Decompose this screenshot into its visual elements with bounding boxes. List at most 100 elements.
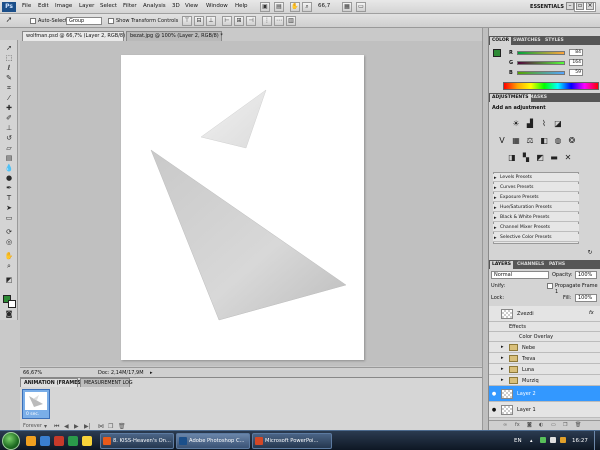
new-group-icon[interactable]: ▭ (551, 422, 556, 428)
layer-style-icon[interactable]: fx (515, 422, 520, 428)
menu-filter[interactable]: Filter (123, 3, 137, 9)
power-icon[interactable] (560, 437, 566, 443)
menu-edit[interactable]: Edit (38, 3, 49, 9)
preset-curves[interactable]: Curves Presets (493, 184, 579, 192)
opacity-input[interactable]: 100% (575, 271, 597, 279)
task-kiss[interactable]: 8. KISS-Heaven's On... (100, 433, 174, 449)
menu-file[interactable]: File (22, 3, 31, 9)
workspace-switcher[interactable]: ESSENTIALS (522, 2, 572, 12)
opera-icon[interactable] (54, 436, 64, 446)
media-icon[interactable] (68, 436, 78, 446)
gradient-map-icon[interactable]: ▬ (549, 153, 559, 163)
auto-select-checkbox[interactable] (30, 18, 36, 24)
posterize-icon[interactable]: ▚ (521, 153, 531, 163)
tab-masks[interactable]: MASKS (527, 94, 549, 102)
eye-icon[interactable]: ● (491, 391, 497, 397)
tab-color[interactable]: COLOR (490, 37, 512, 45)
layer-effects[interactable]: Effects (489, 322, 600, 332)
default-colors-icon[interactable]: ◩ (2, 276, 16, 284)
preset-exposure[interactable]: Exposure Presets (493, 194, 579, 202)
expand-arrow-icon[interactable]: ▸ (501, 344, 504, 350)
ie-icon[interactable] (40, 436, 50, 446)
tab-animation-frames[interactable]: ANIMATION (FRAMES) (20, 378, 83, 387)
align-center-icon[interactable]: ⊞ (234, 16, 244, 26)
layer-zvezdi[interactable]: Zvezdi fx (489, 306, 600, 322)
large-triangle-shape[interactable] (150, 149, 347, 321)
tab-layers[interactable]: LAYERS (490, 261, 513, 269)
new-layer-icon[interactable]: ❐ (563, 422, 567, 428)
shape-tool-icon[interactable]: ▭ (2, 214, 16, 222)
path-select-icon[interactable]: ➤ (2, 204, 16, 212)
channel-b-slider[interactable] (517, 71, 565, 75)
blur-tool-icon[interactable]: 💧 (2, 164, 16, 172)
move-tool-icon[interactable]: ➚ (2, 44, 16, 52)
dodge-tool-icon[interactable]: ● (2, 174, 16, 182)
screen-mode-icon[interactable]: ▭ (356, 2, 366, 12)
auto-select-dropdown[interactable]: Group (66, 17, 102, 25)
explorer-icon[interactable] (26, 436, 36, 446)
show-transform-checkbox[interactable] (108, 18, 114, 24)
channel-b-value[interactable]: 59 (569, 69, 583, 76)
history-brush-icon[interactable]: ↺ (2, 134, 16, 142)
channel-g-slider[interactable] (517, 61, 565, 65)
threshold-icon[interactable]: ◩ (535, 153, 545, 163)
levels-icon[interactable]: ▟ (525, 119, 535, 129)
group-treva[interactable]: ▸ Treva (489, 353, 600, 364)
add-mask-icon[interactable]: ◙ (527, 422, 532, 428)
preset-selective-color[interactable]: Selective Color Presets (493, 234, 579, 242)
hand-icon[interactable]: ✋ (290, 2, 300, 12)
preset-hue-saturation[interactable]: Hue/Saturation Presets (493, 204, 579, 212)
crop-tool-icon[interactable]: ⌗ (2, 84, 16, 92)
loop-select[interactable]: Forever (23, 423, 42, 429)
hue-saturation-icon[interactable]: ▦ (511, 136, 521, 146)
menu-window[interactable]: Window (206, 3, 228, 9)
align-top-icon[interactable]: ⊤ (182, 16, 192, 26)
status-zoom[interactable]: 66,67% (23, 370, 42, 376)
hand-tool-icon[interactable]: ✋ (2, 252, 16, 260)
delete-frame-icon[interactable]: 🗑 (118, 423, 126, 430)
channel-r-value[interactable]: 84 (569, 49, 583, 56)
tab-swatches[interactable]: SWATCHES (511, 37, 543, 45)
visibility-toggle[interactable] (491, 309, 497, 315)
preset-black-white[interactable]: Black & White Presets (493, 214, 579, 222)
propagate-checkbox[interactable] (547, 283, 553, 289)
task-powerpoint[interactable]: Microsoft PowerPoi... (252, 433, 332, 449)
duplicate-frame-icon[interactable]: ❐ (108, 423, 113, 430)
distribute-h-icon[interactable]: ⋯ (274, 16, 284, 26)
invert-icon[interactable]: ◨ (507, 153, 517, 163)
zoom-level[interactable]: 66,7 (318, 3, 330, 9)
preset-levels[interactable]: Levels Presets (493, 174, 579, 182)
exposure-icon[interactable]: ◪ (553, 119, 563, 129)
selective-color-icon[interactable]: ✕ (563, 153, 573, 163)
align-left-icon[interactable]: ⊢ (222, 16, 232, 26)
pen-tool-icon[interactable]: ✒ (2, 184, 16, 192)
play-icon[interactable]: ▶ (74, 423, 79, 430)
3d-rotate-icon[interactable]: ⟳ (2, 228, 16, 236)
volume-icon[interactable] (550, 437, 556, 443)
clock[interactable]: 16:27 (572, 438, 588, 444)
return-icon[interactable]: ↻ (585, 248, 595, 258)
expand-arrow-icon[interactable]: ▸ (501, 366, 504, 372)
quick-mask-icon[interactable]: ◙ (2, 310, 16, 318)
zoom-tool-icon[interactable]: ⌕ (2, 262, 16, 270)
layer-effect-color-overlay[interactable]: Color Overlay (489, 332, 600, 342)
marquee-tool-icon[interactable]: ⬚ (2, 54, 16, 62)
show-desktop-button[interactable] (594, 431, 600, 450)
blend-mode-select[interactable]: Normal (491, 271, 549, 279)
black-white-icon[interactable]: ◧ (539, 136, 549, 146)
minimize-button[interactable]: – (566, 2, 574, 10)
brightness-contrast-icon[interactable]: ☀ (511, 119, 521, 129)
tab-measurement-log[interactable]: MEASUREMENT LOG (80, 378, 133, 387)
next-frame-icon[interactable]: ▶| (84, 423, 91, 430)
expand-arrow-icon[interactable]: ▸ (501, 377, 504, 383)
fx-icon[interactable]: fx (589, 310, 594, 316)
channel-g-value[interactable]: 164 (569, 59, 583, 66)
photo-filter-icon[interactable]: ◍ (553, 136, 563, 146)
tab-adjustments[interactable]: ADJUSTMENTS (490, 94, 531, 102)
curves-icon[interactable]: ⌇ (539, 119, 549, 129)
tab-channels[interactable]: CHANNELS (515, 261, 546, 269)
animation-frame-1[interactable]: 0 sec. (22, 389, 50, 419)
menu-3d[interactable]: 3D (172, 3, 180, 9)
loop-dropdown-icon[interactable]: ▾ (44, 423, 47, 430)
link-layers-icon[interactable]: ∞ (503, 422, 507, 428)
